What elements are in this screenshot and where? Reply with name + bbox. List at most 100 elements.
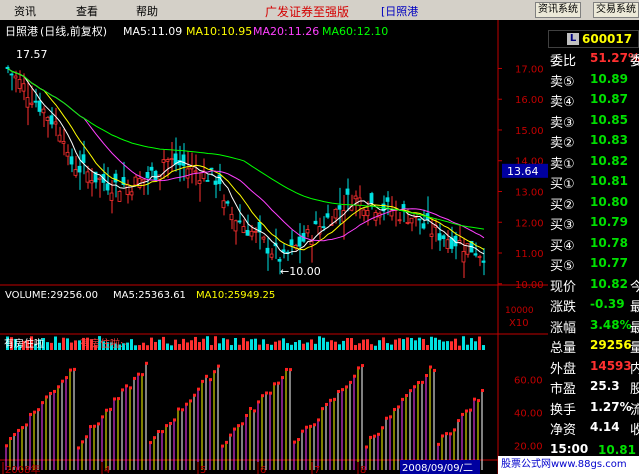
indicator-dot (473, 397, 476, 401)
quote-panel: L 600017 委比 51.27% 委卖⑤ 10.89 卖④ 10.87 卖③ 10.85 卖… (548, 30, 639, 474)
candle-body (421, 223, 426, 229)
volume-bar (162, 336, 165, 350)
candle-body (153, 170, 158, 180)
volume-bar (474, 341, 477, 350)
ask-row: 卖② 10.83 (548, 131, 639, 151)
indicator-dot (337, 389, 340, 393)
bid-row-value: 10.77 (590, 256, 628, 270)
candle-body (97, 177, 102, 180)
ask-row: 卖① 10.82 (548, 152, 639, 172)
ask-row-value: 10.87 (590, 92, 628, 106)
info-system-button[interactable]: 资讯系统 (535, 2, 581, 18)
indicator-dot (289, 368, 292, 372)
indicator-dot (21, 426, 24, 430)
candle-body (401, 204, 406, 210)
volume-bar (326, 341, 329, 350)
candle-body (69, 156, 74, 165)
volume-bar (214, 336, 217, 350)
candle-body (141, 178, 146, 182)
indicator-dot (257, 400, 260, 404)
candle-body (265, 247, 270, 254)
indicator-dot (85, 435, 88, 439)
volume-bar (190, 340, 193, 350)
stat-row-6: 换手 1.27% 流 (548, 398, 639, 418)
stat-row-7-value: 4.14 (590, 420, 620, 434)
volume-bar (334, 341, 337, 350)
indicator-dot (29, 412, 32, 416)
ask-row: 卖④ 10.87 (548, 90, 639, 110)
candle-body (289, 239, 294, 246)
candle-body (417, 218, 422, 221)
indicator-dot (33, 410, 36, 414)
volume-bar (330, 340, 333, 350)
candle-body (477, 256, 482, 258)
volume-bar (450, 341, 453, 350)
indicator-dot (37, 408, 40, 412)
candle-body (61, 140, 66, 144)
candle-body (133, 176, 138, 186)
volume-ma5: MA5:25363.61 (113, 290, 186, 301)
trade-system-button[interactable]: 交易系统 (593, 2, 639, 18)
indicator-dot (97, 422, 100, 426)
indicator-dot (413, 385, 416, 389)
indicator-dot (341, 388, 344, 392)
indicator-dot (125, 384, 128, 388)
webi-row-trailing: 委 (630, 54, 639, 69)
footer-site-link[interactable]: 股票公式网www.88gs.com (498, 456, 639, 474)
volume-bar (142, 342, 145, 350)
indicator-dot (409, 389, 412, 393)
indicator-dot (445, 432, 448, 436)
volume-tick: 10000 (505, 306, 534, 316)
volume-bar (402, 339, 405, 350)
candle-body (261, 236, 266, 240)
stat-row-0-value: 10.82 (590, 276, 628, 291)
bid-row-value: 10.81 (590, 174, 628, 188)
ask-row-value: 10.82 (590, 153, 628, 168)
candle-body (181, 154, 186, 166)
volume-bar (230, 345, 233, 350)
indicator-dot (205, 374, 208, 378)
indicator-dot (273, 382, 276, 386)
indicator-dot (333, 397, 336, 401)
indicator-dot (177, 407, 180, 411)
indicator-dot (41, 401, 44, 405)
candle-body (221, 200, 226, 209)
menu-item-help[interactable]: 帮助 (136, 3, 158, 19)
indicator-dot (233, 427, 236, 431)
volume-bar (306, 342, 309, 350)
volume-bar (218, 343, 221, 350)
volume-bar (130, 339, 133, 350)
candle-body (161, 159, 166, 163)
ask-row-label: 卖④ (550, 95, 575, 110)
menu-item-info[interactable]: 资讯 (14, 3, 36, 19)
candle-body (309, 241, 314, 245)
indicator-dot (145, 361, 148, 365)
candle-body (125, 184, 130, 195)
indicator-dot (9, 436, 12, 440)
volume-bar (362, 339, 365, 350)
candle-body (173, 153, 178, 165)
volume-bar (442, 341, 445, 350)
candle-body (45, 116, 50, 121)
volume-bar (386, 343, 389, 350)
indicator-dot (109, 407, 112, 411)
stat-row-2-value: 3.48% (590, 317, 632, 332)
stock-code: 600017 (582, 32, 633, 46)
volume-bar (154, 341, 157, 350)
volume-bar (322, 337, 325, 350)
x-axis-label: 2008年 (5, 463, 40, 474)
volume-bar (394, 339, 397, 350)
indicator-dot (329, 398, 332, 402)
menu-item-view[interactable]: 查看 (76, 3, 98, 19)
volume-bar (266, 343, 269, 350)
candle-body (237, 220, 242, 223)
candle-body (9, 73, 14, 76)
tick-price: 10.81 (598, 442, 636, 457)
volume-bar (282, 338, 285, 350)
kline-chart[interactable]: 日照港 (日线,前复权) MA5:11.09 MA10:10.95 MA20:11.26… (0, 20, 548, 474)
indicator-dot (401, 397, 404, 401)
stat-row-4-trailing: 内 (630, 361, 639, 377)
high-price-label: 17.57 (16, 48, 48, 61)
stat-row-1-value: -0.39 (590, 297, 625, 311)
volume-bar (482, 345, 485, 350)
